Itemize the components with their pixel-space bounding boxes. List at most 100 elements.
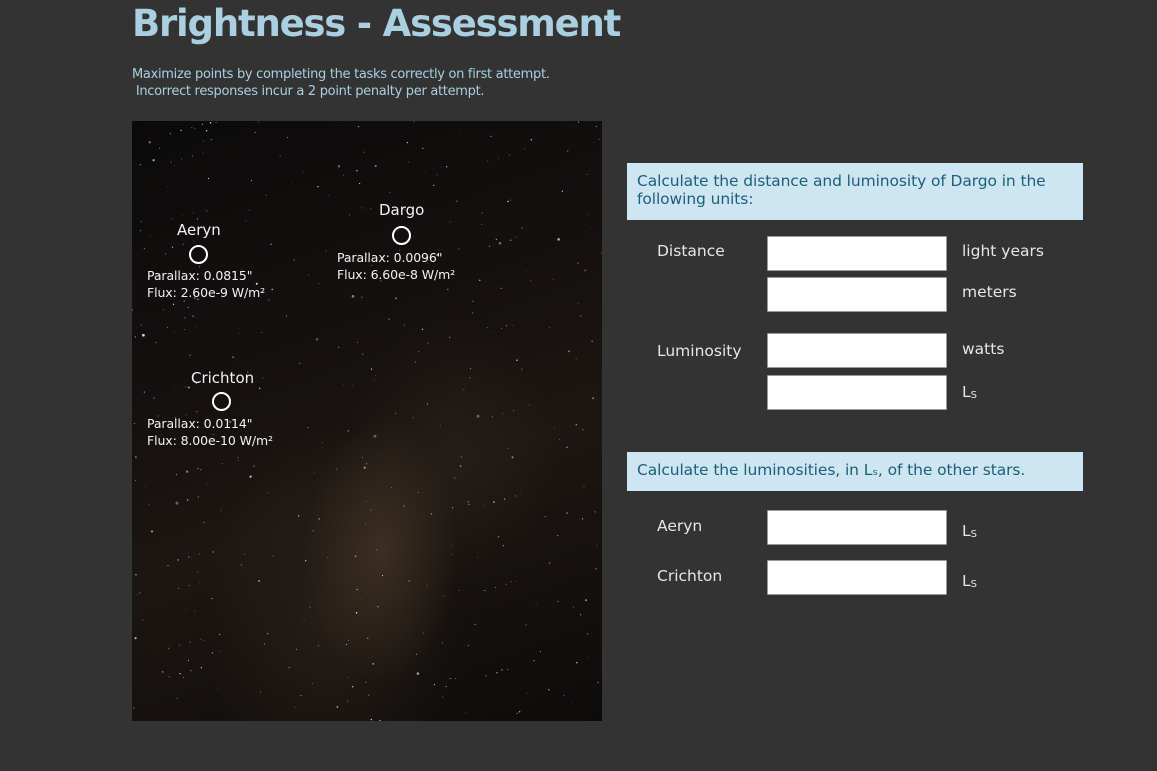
star-speck — [309, 606, 311, 608]
star-speck — [451, 553, 452, 555]
star-speck — [469, 377, 471, 379]
star-speck — [189, 354, 191, 356]
star-speck — [174, 165, 175, 167]
star-speck — [305, 560, 307, 562]
star-speck — [347, 430, 349, 432]
star-speck — [327, 556, 328, 558]
distance-meters-input[interactable] — [767, 277, 947, 312]
star-speck — [595, 125, 598, 128]
star-speck — [337, 346, 340, 349]
crichton-luminosity-input[interactable] — [767, 560, 947, 595]
star-speck — [511, 325, 513, 326]
star-speck — [211, 652, 214, 654]
star-speck — [582, 429, 584, 431]
star-speck — [368, 694, 370, 696]
star-speck — [315, 337, 319, 341]
star-speck — [249, 475, 252, 478]
star-speck — [575, 358, 577, 360]
star-speck — [357, 551, 358, 553]
parallax-crichton: Parallax: 0.0114" — [147, 416, 253, 431]
star-speck — [375, 375, 377, 376]
star-speck — [191, 557, 193, 559]
distance-light-years-input[interactable] — [767, 236, 947, 271]
star-speck — [427, 342, 430, 345]
star-speck — [206, 483, 208, 485]
star-speck — [343, 384, 345, 386]
unit-solar-sub-crichton: S — [970, 579, 977, 590]
star-speck — [600, 252, 602, 254]
star-speck — [370, 208, 372, 210]
star-speck — [134, 336, 136, 338]
star-speck — [194, 127, 196, 130]
star-speck — [232, 356, 234, 358]
star-speck — [162, 309, 164, 311]
task2-prompt: Calculate the luminosities, in Lₛ, of th… — [627, 452, 1083, 491]
star-speck — [370, 509, 372, 511]
luminosity-solar-input[interactable] — [767, 375, 947, 410]
star-speck — [424, 172, 426, 174]
star-speck — [139, 229, 142, 232]
star-speck — [567, 150, 569, 152]
star-speck — [258, 121, 259, 123]
luminosity-watts-input[interactable] — [767, 333, 947, 368]
star-speck — [139, 592, 141, 594]
star-speck — [468, 504, 470, 505]
star-speck — [171, 218, 173, 220]
star-speck — [502, 413, 504, 415]
star-speck — [244, 553, 246, 556]
star-speck — [267, 632, 269, 635]
star-speck — [458, 133, 460, 135]
star-marker-dargo[interactable] — [392, 226, 411, 245]
star-speck — [203, 209, 205, 211]
star-speck — [153, 397, 155, 399]
star-speck — [188, 556, 190, 558]
star-speck — [254, 131, 256, 134]
star-speck — [135, 456, 137, 458]
star-speck — [403, 505, 405, 507]
star-speck — [177, 559, 179, 561]
star-speck — [498, 157, 499, 159]
star-speck — [497, 536, 500, 538]
star-marker-crichton[interactable] — [212, 392, 231, 411]
star-marker-aeryn[interactable] — [189, 245, 208, 264]
unit-solar-luminosity-crichton: LS — [962, 572, 977, 590]
star-speck — [561, 190, 564, 192]
star-speck — [361, 207, 363, 209]
star-speck — [493, 501, 495, 503]
star-speck — [476, 414, 480, 418]
star-speck — [507, 448, 509, 449]
star-speck — [363, 466, 366, 469]
star-speck — [176, 697, 178, 699]
star-speck — [169, 132, 172, 135]
star-speck — [261, 332, 263, 334]
star-speck — [192, 212, 194, 214]
star-speck — [325, 250, 327, 252]
star-speck — [318, 518, 320, 520]
star-speck — [486, 327, 488, 329]
star-speck — [149, 236, 151, 237]
star-speck — [196, 218, 199, 220]
star-speck — [172, 303, 175, 305]
star-speck — [501, 328, 502, 329]
star-speck — [518, 711, 521, 713]
star-speck — [155, 341, 158, 344]
star-speck — [192, 315, 194, 317]
star-speck — [596, 544, 598, 546]
star-speck — [479, 279, 481, 281]
star-speck — [563, 694, 565, 697]
star-speck — [357, 125, 360, 128]
star-speck — [484, 589, 486, 592]
star-speck — [349, 214, 350, 216]
star-speck — [373, 434, 377, 438]
star-speck — [288, 666, 290, 669]
star-speck — [416, 653, 417, 655]
star-speck — [245, 220, 247, 222]
star-speck — [521, 227, 523, 229]
star-speck — [474, 623, 476, 626]
star-speck — [575, 424, 577, 426]
unit-solar-luminosity-aeryn: LS — [962, 522, 977, 540]
star-speck — [356, 169, 358, 172]
aeryn-luminosity-input[interactable] — [767, 510, 947, 545]
crichton-label: Crichton — [657, 567, 723, 585]
star-speck — [566, 446, 568, 448]
